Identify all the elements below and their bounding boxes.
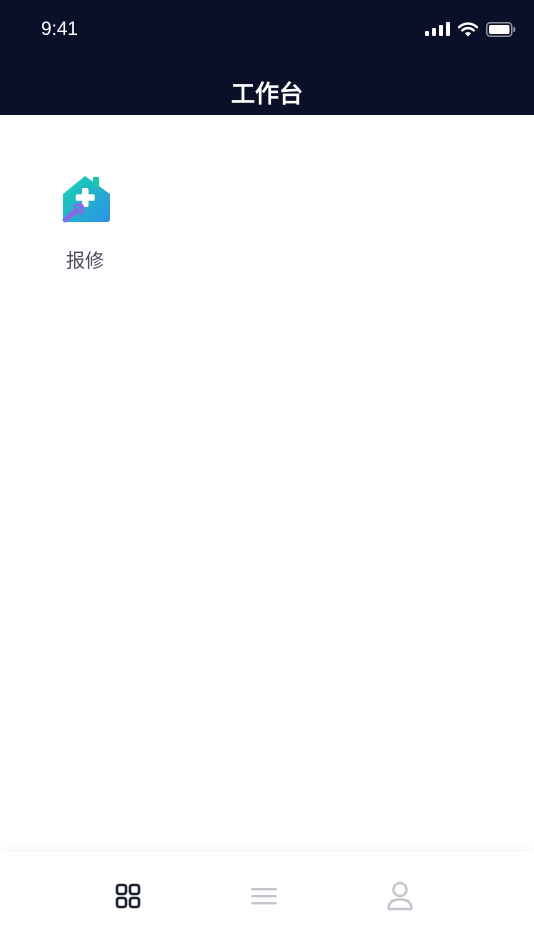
tab-workbench[interactable]	[108, 876, 148, 916]
cellular-signal-icon	[425, 22, 450, 36]
tab-profile[interactable]	[380, 876, 420, 916]
status-icons	[425, 19, 516, 39]
workbench-screen: 9:41 工作台 报修	[0, 0, 534, 950]
repair-entry[interactable]: 报修	[45, 172, 125, 282]
status-time: 9:41	[41, 19, 78, 40]
menu-lines-icon	[251, 888, 277, 905]
page-title: 工作台	[231, 80, 303, 108]
house-repair-icon	[62, 176, 110, 223]
bottom-tab-bar	[0, 852, 534, 950]
tab-list[interactable]	[244, 876, 284, 916]
wifi-icon	[458, 21, 478, 36]
grid-icon	[115, 883, 141, 909]
header: 9:41 工作台	[0, 0, 534, 115]
repair-label: 报修	[65, 250, 104, 272]
battery-icon	[486, 21, 516, 37]
user-icon	[387, 881, 413, 911]
